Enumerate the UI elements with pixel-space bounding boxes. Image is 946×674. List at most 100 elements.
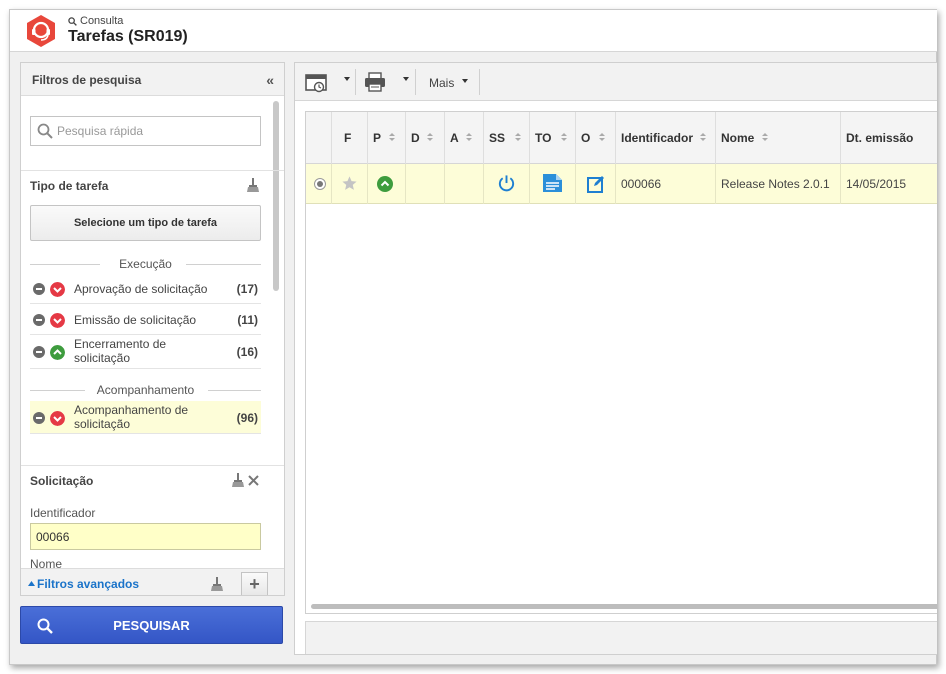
sort-icon [700, 133, 706, 143]
chevron-down-icon[interactable] [462, 79, 468, 83]
minus-circle-icon [33, 346, 45, 358]
col-header-o[interactable]: O [576, 112, 616, 164]
col-header-d[interactable]: D [406, 112, 445, 164]
cell-favorite[interactable] [332, 164, 368, 204]
caret-up-icon [28, 581, 35, 586]
sort-icon [762, 133, 768, 143]
chevron-up-circle-icon [377, 176, 393, 192]
edit-icon[interactable] [587, 175, 605, 193]
col-header-label: P [373, 131, 382, 145]
cell-identifier: 000066 [616, 164, 716, 204]
cell-name: Release Notes 2.0.1 [716, 164, 841, 204]
group-divider-line [208, 390, 261, 391]
divider [21, 170, 284, 171]
clear-broom-icon[interactable] [231, 473, 245, 487]
filters-header: Filtros de pesquisa « [21, 63, 284, 96]
quick-search-box [30, 116, 261, 146]
cell-identifier-text: 000066 [621, 177, 662, 191]
task-item-count: (96) [236, 411, 258, 425]
col-header-label: D [411, 131, 420, 145]
chevron-down-icon[interactable] [403, 77, 409, 81]
header-subtitle: Consulta [80, 15, 124, 27]
col-header-f[interactable]: F [332, 112, 368, 164]
toolbar-separator [355, 69, 356, 95]
group-label-text: Acompanhamento [96, 383, 195, 397]
group-label-text: Execução [119, 257, 172, 271]
identifier-input[interactable] [30, 523, 261, 550]
task-item-label: Acompanhamento de solicitação [74, 403, 189, 431]
task-item-aprovacao[interactable]: Aprovação de solicitação (17) [30, 274, 261, 304]
col-header-nome[interactable]: Nome [716, 112, 841, 164]
filters-scrollbar[interactable] [273, 101, 279, 301]
minus-circle-icon [33, 283, 45, 295]
add-filter-button[interactable]: + [241, 572, 268, 595]
group-label-acompanhamento: Acompanhamento [30, 383, 261, 397]
group-divider-line [30, 390, 85, 391]
cell-ss [484, 164, 530, 204]
task-item-count: (11) [237, 313, 258, 327]
col-header-a[interactable]: A [445, 112, 484, 164]
minus-circle-icon [33, 412, 45, 424]
header-breadcrumb: Consulta [68, 15, 123, 27]
page-title: Tarefas (SR019) [68, 28, 188, 45]
col-header-label: TO [535, 131, 552, 145]
chevron-up-circle-icon [50, 345, 65, 360]
col-header-label: Dt. emissão [846, 131, 914, 145]
toolbar-separator [479, 69, 480, 95]
clear-broom-icon[interactable] [246, 178, 260, 192]
chevron-down-circle-icon [50, 282, 65, 297]
horizontal-scrollbar[interactable] [311, 604, 937, 609]
cell-to [530, 164, 576, 204]
task-item-label: Emissão de solicitação [74, 313, 197, 327]
sort-icon [599, 133, 605, 143]
sort-icon [466, 133, 472, 143]
chevron-down-circle-icon [50, 313, 65, 328]
cell-o[interactable] [576, 164, 616, 204]
advanced-filters-link[interactable]: Filtros avançados [37, 577, 139, 591]
row-select-cell[interactable] [306, 164, 332, 204]
star-icon[interactable] [341, 175, 358, 192]
col-header-label: A [450, 131, 459, 145]
row-radio[interactable] [314, 178, 326, 190]
sort-icon [389, 133, 395, 143]
quick-search-input[interactable] [57, 122, 257, 140]
search-button[interactable]: PESQUISAR [20, 606, 283, 644]
col-header-label: Identificador [621, 131, 694, 145]
table-row[interactable]: 000066 Release Notes 2.0.1 14/05/2015 [306, 164, 937, 204]
col-header-to[interactable]: TO [530, 112, 576, 164]
col-header-p[interactable]: P [368, 112, 406, 164]
cell-name-text: Release Notes 2.0.1 [721, 177, 830, 191]
col-select [306, 112, 332, 164]
solicitacao-title: Solicitação [30, 474, 94, 488]
filters-scroll-thumb[interactable] [273, 101, 279, 291]
cell-priority [368, 164, 406, 204]
task-item-count: (17) [236, 282, 258, 296]
print-icon[interactable] [363, 67, 387, 97]
col-header-label: SS [489, 131, 506, 145]
filters-title: Filtros de pesquisa [32, 73, 142, 87]
chevron-down-circle-icon [50, 411, 65, 426]
close-icon[interactable] [248, 475, 259, 486]
results-grid: F P D A SS TO O Identificador Nome Dt. e… [305, 111, 937, 614]
task-item-acompanhamento[interactable]: Acompanhamento de solicitação (96) [30, 401, 261, 434]
cell-date-text: 14/05/2015 [846, 177, 907, 191]
clear-broom-icon[interactable] [210, 577, 224, 591]
select-task-type-button[interactable]: Selecione um tipo de tarefa [30, 205, 261, 241]
view-window-icon[interactable] [305, 67, 329, 97]
col-header-dt-emissao[interactable]: Dt. emissão [841, 112, 937, 164]
document-icon [543, 174, 562, 192]
task-item-encerramento[interactable]: Encerramento de solicitação (16) [30, 335, 261, 369]
col-header-ss[interactable]: SS [484, 112, 530, 164]
chevron-down-icon[interactable] [344, 77, 350, 81]
cell-d [406, 164, 445, 204]
grid-header: F P D A SS TO O Identificador Nome Dt. e… [306, 112, 937, 164]
more-menu-button[interactable]: Mais [429, 76, 454, 90]
advanced-filters-bar: Filtros avançados + [21, 568, 284, 595]
task-item-emissao[interactable]: Emissão de solicitação (11) [30, 304, 261, 335]
collapse-panel-icon[interactable]: « [266, 72, 274, 88]
col-header-identificador[interactable]: Identificador [616, 112, 716, 164]
toolbar: Mais [295, 63, 937, 101]
search-icon [37, 123, 53, 139]
col-header-label: O [581, 131, 591, 145]
filters-panel: Filtros de pesquisa « Tipo de tarefa Sel… [20, 62, 285, 596]
